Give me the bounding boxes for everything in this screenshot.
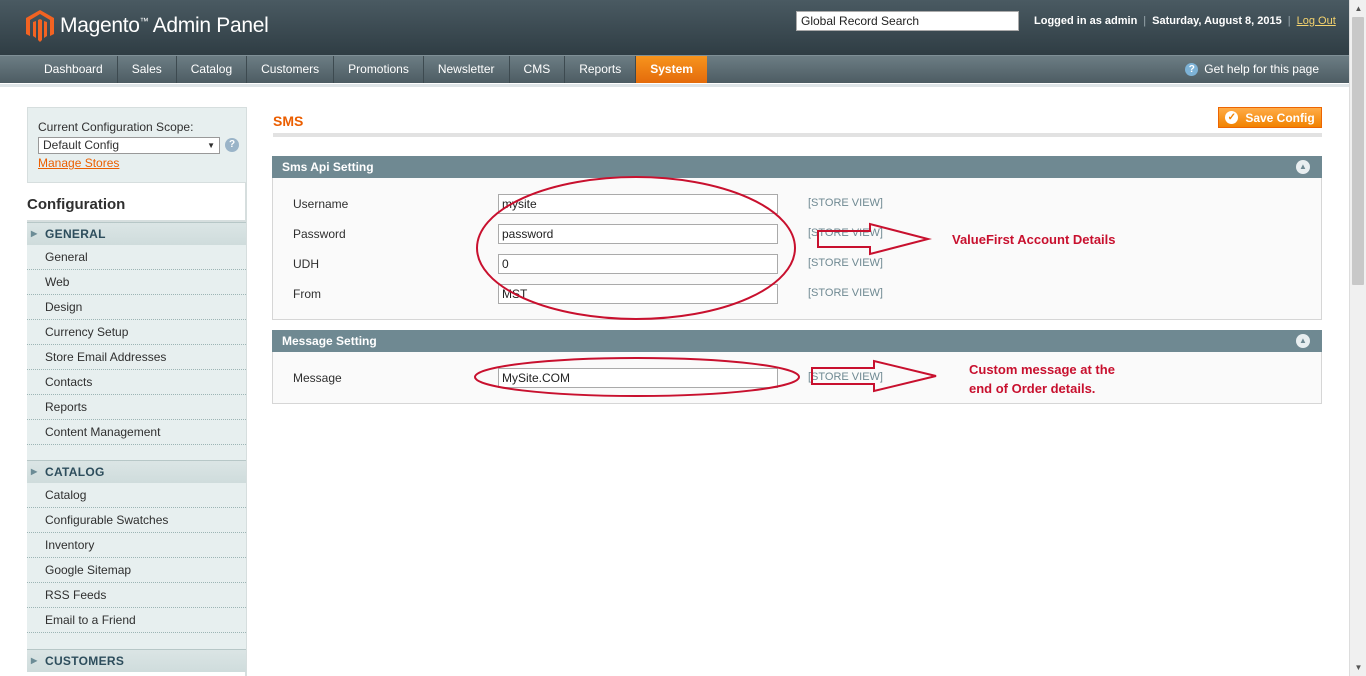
section-title: Sms Api Setting [282, 160, 374, 174]
sidebar-group-catalog[interactable]: ▶ CATALOG [27, 460, 246, 483]
sidebar-item-email-to-a-friend[interactable]: Email to a Friend [27, 608, 246, 633]
magento-logo-icon [26, 10, 54, 42]
main-nav: Dashboard Sales Catalog Customers Promot… [0, 55, 1349, 83]
sidebar-item-google-sitemap[interactable]: Google Sitemap [27, 558, 246, 583]
sidebar-spacer [27, 633, 246, 649]
nav-system[interactable]: System [636, 56, 707, 83]
nav-divider [0, 84, 1349, 87]
field-scope-message: [STORE VIEW] [808, 371, 883, 383]
expand-triangle-icon: ▶ [31, 229, 38, 238]
sidebar-item-web[interactable]: Web [27, 270, 246, 295]
chevron-down-icon: ▼ [207, 141, 215, 150]
sidebar-item-configurable-swatches[interactable]: Configurable Swatches [27, 508, 246, 533]
admin-page: Magento™ Admin Panel Logged in as admin|… [0, 0, 1366, 676]
logged-in-text: Logged in as admin [1034, 15, 1138, 27]
collapse-icon[interactable]: ▲ [1296, 334, 1310, 348]
header-user-info: Logged in as admin | Saturday, August 8, 2… [1034, 15, 1336, 27]
admin-header: Magento™ Admin Panel Logged in as admin|… [0, 0, 1349, 55]
field-scope-username: [STORE VIEW] [808, 197, 883, 209]
sidebar-item-reports[interactable]: Reports [27, 395, 246, 420]
udh-field[interactable] [498, 254, 778, 274]
nav-dashboard[interactable]: Dashboard [30, 56, 118, 83]
global-search-input[interactable] [796, 11, 1019, 31]
sidebar-item-contacts[interactable]: Contacts [27, 370, 246, 395]
collapse-icon[interactable]: ▲ [1296, 160, 1310, 174]
scroll-down-arrow-icon[interactable]: ▼ [1350, 659, 1366, 676]
sidebar-group-label: CATALOG [45, 465, 105, 479]
scope-select[interactable]: Default Config ▼ [38, 137, 220, 154]
username-field[interactable] [498, 194, 778, 214]
sidebar-group-label: CUSTOMERS [45, 654, 125, 668]
expand-triangle-icon: ▶ [31, 467, 38, 476]
section-title: Message Setting [282, 334, 377, 348]
section-body-message-setting [272, 352, 1322, 404]
sidebar-item-store-email-addresses[interactable]: Store Email Addresses [27, 345, 246, 370]
sidebar-spacer [27, 445, 246, 460]
section-head-sms-api[interactable]: Sms Api Setting ▲ [272, 156, 1322, 178]
brand-name: Magento™ Admin Panel [60, 14, 269, 37]
field-scope-password: [STORE VIEW] [808, 227, 883, 239]
field-label-udh: UDH [293, 257, 319, 271]
nav-promotions[interactable]: Promotions [334, 56, 424, 83]
page-title: SMS [273, 113, 304, 129]
sidebar-item-inventory[interactable]: Inventory [27, 533, 246, 558]
nav-reports[interactable]: Reports [565, 56, 637, 83]
field-scope-udh: [STORE VIEW] [808, 257, 883, 269]
nav-sales[interactable]: Sales [118, 56, 177, 83]
field-scope-from: [STORE VIEW] [808, 287, 883, 299]
nav-customers[interactable]: Customers [247, 56, 335, 83]
scope-selected-value: Default Config [43, 138, 120, 152]
sidebar-title: Configuration [27, 196, 126, 213]
help-link[interactable]: ? Get help for this page [1185, 62, 1319, 76]
sidebar-group-customers[interactable]: ▶ CUSTOMERS [27, 649, 246, 672]
vertical-scrollbar[interactable]: ▲ ▼ [1349, 0, 1366, 676]
save-config-label: Save Config [1245, 110, 1315, 125]
header-date: Saturday, August 8, 2015 [1152, 15, 1282, 27]
sidebar-item-currency-setup[interactable]: Currency Setup [27, 320, 246, 345]
annotation-message-line1: Custom message at the [969, 362, 1115, 377]
manage-stores-link[interactable]: Manage Stores [38, 156, 119, 170]
field-label-username: Username [293, 197, 349, 211]
sidebar-group-general[interactable]: ▶ GENERAL [27, 222, 246, 245]
scope-help-icon[interactable]: ? [225, 138, 239, 152]
nav-catalog[interactable]: Catalog [177, 56, 248, 83]
field-label-from: From [293, 287, 321, 301]
help-icon: ? [1185, 62, 1199, 76]
field-label-password: Password [293, 227, 346, 241]
scrollbar-thumb[interactable] [1352, 17, 1364, 285]
scroll-up-arrow-icon[interactable]: ▲ [1350, 0, 1366, 17]
scope-label: Current Configuration Scope: [38, 120, 194, 134]
password-field[interactable] [498, 224, 778, 244]
sidebar-item-content-management[interactable]: Content Management [27, 420, 246, 445]
expand-triangle-icon: ▶ [31, 656, 38, 665]
annotation-message-line2: end of Order details. [969, 381, 1096, 396]
sidebar-item-catalog[interactable]: Catalog [27, 483, 246, 508]
help-label: Get help for this page [1204, 62, 1319, 76]
annotation-account-text: ValueFirst Account Details [952, 232, 1116, 247]
section-head-message-setting[interactable]: Message Setting ▲ [272, 330, 1322, 352]
message-field[interactable] [498, 368, 778, 388]
logout-link[interactable]: Log Out [1297, 15, 1336, 27]
save-config-button[interactable]: ✓ Save Config [1218, 107, 1322, 128]
magento-logo[interactable]: Magento™ Admin Panel [26, 10, 269, 42]
nav-newsletter[interactable]: Newsletter [424, 56, 510, 83]
sidebar-item-design[interactable]: Design [27, 295, 246, 320]
section-body-sms-api [272, 178, 1322, 320]
sidebar-group-label: GENERAL [45, 227, 106, 241]
page-title-divider [273, 133, 1322, 137]
sidebar-item-rss-feeds[interactable]: RSS Feeds [27, 583, 246, 608]
from-field[interactable] [498, 284, 778, 304]
field-label-message: Message [293, 371, 342, 385]
sidebar-item-general[interactable]: General [27, 245, 246, 270]
config-scope-box: Current Configuration Scope: Default Con… [27, 107, 247, 183]
checkmark-icon: ✓ [1225, 111, 1239, 124]
nav-cms[interactable]: CMS [510, 56, 566, 83]
